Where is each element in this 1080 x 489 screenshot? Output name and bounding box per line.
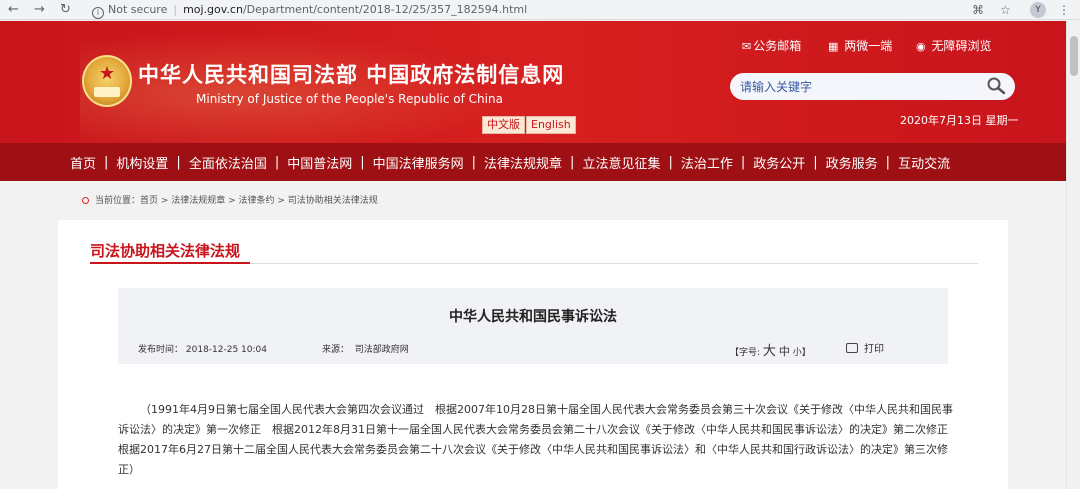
back-icon[interactable]: ← [8, 1, 19, 19]
translate-icon[interactable]: ⌘ [972, 1, 984, 19]
printer-icon [846, 343, 858, 353]
browser-toolbar: ← → ↻ i Not secure | moj.gov.cn/Department/… [0, 0, 1080, 20]
nav-item-legal-education[interactable]: 中国普法网 [287, 153, 352, 172]
page-scrollbar[interactable] [1066, 21, 1080, 489]
eye-icon: ◉ [916, 40, 926, 53]
section-title: 司法协助相关法律法规 [90, 242, 241, 260]
security-label: Not secure [108, 3, 168, 16]
nav-item-interaction[interactable]: 互动交流 [898, 153, 950, 172]
lang-english-button[interactable]: English [526, 116, 576, 134]
nav-item-rule-of-law[interactable]: 全面依法治国 [189, 153, 267, 172]
breadcrumb: 当前位置：首页 > 法律法规规章 > 法律条约 > 司法协助相关法律法规 [82, 195, 378, 207]
font-size-control: 【字号: 大 中 小】 [730, 344, 811, 359]
lang-chinese-button[interactable]: 中文版 [482, 116, 525, 134]
nav-item-legal-services[interactable]: 中国法律服务网 [373, 153, 464, 172]
nav-item-government-affairs[interactable]: 政务公开 [753, 153, 805, 172]
font-size-small[interactable]: 小 [793, 348, 802, 358]
national-emblem-logo[interactable]: ★ [82, 55, 132, 107]
article-header: 中华人民共和国民事诉讼法 发布时间： 2018-12-25 10:04 来源： … [118, 288, 948, 364]
article-title: 中华人民共和国民事诉讼法 [449, 309, 617, 325]
weibo-wechat-link[interactable]: ▦ 两微一端 [828, 38, 892, 55]
url-path: /Department/content/2018-12/25/357_18259… [242, 3, 528, 16]
qr-icon: ▦ [828, 40, 839, 53]
forward-icon[interactable]: → [34, 1, 45, 19]
site-header: ★ 中华人民共和国司法部 中国政府法制信息网 Ministry of Justi… [0, 21, 1066, 143]
site-subtitle: Ministry of Justice of the People's Repu… [196, 92, 503, 106]
font-size-medium[interactable]: 中 [779, 345, 790, 358]
content-panel: 司法协助相关法律法规 中华人民共和国民事诉讼法 发布时间： 2018-12-25… [58, 220, 1008, 489]
nav-item-home[interactable]: 首页 [70, 153, 96, 172]
search-box [730, 73, 1015, 100]
bookmark-star-icon[interactable]: ☆ [1000, 1, 1011, 19]
nav-item-laws-regulations[interactable]: 法律法规规章 [484, 153, 562, 172]
publish-time: 发布时间： 2018-12-25 10:04 [138, 345, 267, 355]
article-source: 来源： 司法部政府网 [322, 345, 409, 355]
location-icon [82, 197, 89, 204]
reload-icon[interactable]: ↻ [60, 1, 71, 19]
info-icon[interactable]: i [92, 7, 104, 19]
nav-item-legislative-opinions[interactable]: 立法意见征集 [582, 153, 660, 172]
section-underline [90, 262, 250, 264]
font-size-large[interactable]: 大 [763, 344, 776, 359]
search-input[interactable] [740, 77, 980, 96]
address-bar[interactable]: i Not secure | moj.gov.cn/Department/conten… [84, 1, 964, 19]
main-nav: 首页 | 机构设置 | 全面依法治国 | 中国普法网 | 中国法律服务网 | 法律法规规章… [0, 143, 1066, 181]
menu-icon[interactable]: ⋮ [1058, 1, 1070, 19]
mail-icon: ✉ [742, 40, 752, 53]
breadcrumb-text[interactable]: 当前位置：首页 > 法律法规规章 > 法律条约 > 司法协助相关法律法规 [95, 196, 378, 206]
mail-link[interactable]: ✉ 公务邮箱 [742, 38, 801, 55]
star-icon: ★ [99, 63, 116, 84]
url-host: moj.gov.cn [183, 3, 243, 16]
nav-item-government-services[interactable]: 政务服务 [826, 153, 878, 172]
print-button[interactable]: 打印 [846, 340, 884, 355]
site-title[interactable]: 中华人民共和国司法部 中国政府法制信息网 [138, 59, 564, 89]
article-body: （1991年4月9日第七届全国人民代表大会第四次会议通过 根据2007年10月2… [118, 403, 959, 476]
accessibility-link[interactable]: ◉ 无障碍浏览 [916, 38, 991, 55]
scrollbar-thumb[interactable] [1070, 36, 1078, 76]
current-date: 2020年7月13日 星期一 [900, 114, 1019, 127]
search-icon[interactable] [986, 76, 1008, 96]
nav-item-organization[interactable]: 机构设置 [116, 153, 168, 172]
nav-item-legal-work[interactable]: 法治工作 [681, 153, 733, 172]
profile-avatar[interactable]: Y [1030, 2, 1046, 18]
